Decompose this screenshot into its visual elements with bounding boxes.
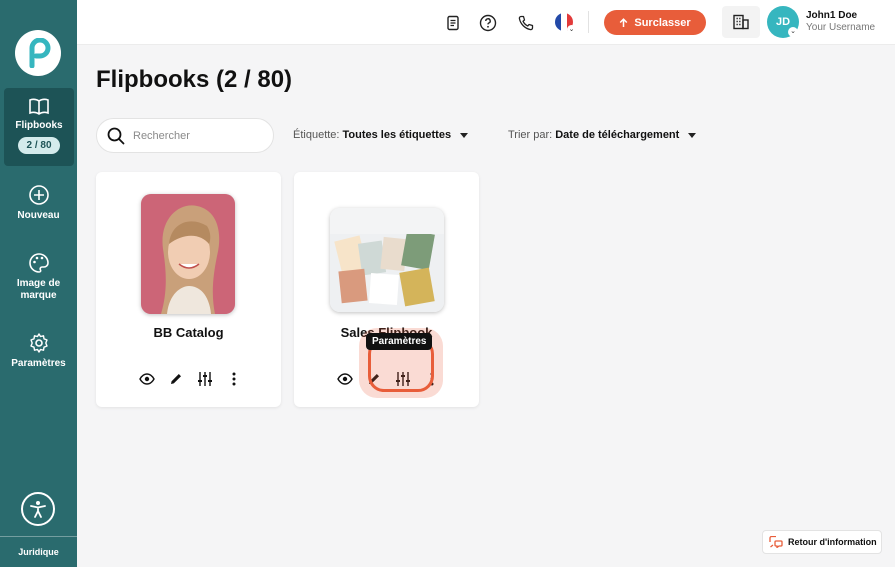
palette-icon <box>28 253 49 273</box>
logo-icon <box>29 38 51 68</box>
search-icon <box>107 127 125 144</box>
flipbook-thumbnail[interactable] <box>330 208 444 312</box>
chevron-down-icon: ⌄ <box>567 25 576 34</box>
sidebar-item-flipbooks[interactable]: Flipbooks 2 / 80 <box>4 88 74 166</box>
sidebar-divider <box>0 536 77 537</box>
search-box[interactable] <box>96 118 274 153</box>
accessibility-icon <box>30 501 46 518</box>
sidebar-item-label: Paramètres <box>11 358 66 369</box>
flipbook-thumbnail[interactable] <box>141 194 235 314</box>
preview-eye-icon[interactable] <box>337 371 353 387</box>
sidebar-item-image-de-marque[interactable]: Image de marque <box>0 252 77 302</box>
sidebar-item-nouveau[interactable]: Nouveau <box>0 184 77 222</box>
sidebar-item-parametres[interactable]: Paramètres <box>0 332 77 370</box>
sort-filter-label: Trier par: <box>508 129 553 141</box>
tag-filter-value: Toutes les étiquettes <box>342 129 452 141</box>
sort-filter-dropdown[interactable]: Trier par: Date de téléchargement <box>508 129 697 141</box>
caret-down-icon <box>460 132 469 138</box>
tag-filter-label: Étiquette: <box>293 129 340 141</box>
plus-circle-icon <box>28 185 49 205</box>
app-logo[interactable] <box>15 30 61 76</box>
feedback-icon <box>769 536 783 548</box>
sidebar-item-label: Nouveau <box>17 210 60 221</box>
settings-sliders-icon[interactable] <box>197 371 213 387</box>
accessibility-button[interactable] <box>21 492 55 526</box>
organization-button[interactable] <box>722 6 760 38</box>
preview-eye-icon[interactable] <box>139 371 155 387</box>
feedback-button[interactable]: Retour d'information <box>762 530 882 554</box>
upgrade-button[interactable]: Surclasser <box>604 10 706 35</box>
juridique-link[interactable]: Juridique <box>0 547 77 557</box>
upgrade-label: Surclasser <box>634 16 691 29</box>
sidebar: Flipbooks 2 / 80 Nouveau Image de marque… <box>0 0 77 567</box>
gear-icon <box>29 333 48 353</box>
document-icon[interactable] <box>443 13 463 33</box>
sort-filter-value: Date de téléchargement <box>555 129 680 141</box>
phone-icon[interactable] <box>516 13 536 33</box>
more-options-icon[interactable] <box>226 371 242 387</box>
flipbook-title[interactable]: BB Catalog <box>96 325 281 340</box>
user-username: Your Username <box>806 22 876 33</box>
flipbook-card[interactable]: BB Catalog <box>96 172 281 407</box>
search-input[interactable] <box>133 129 263 142</box>
feedback-label: Retour d'information <box>788 537 877 547</box>
top-header: ⌄ Surclasser JD ⌄ John1 Doe Your Usernam… <box>77 0 895 45</box>
settings-tooltip: Paramètres <box>366 333 433 350</box>
arrow-up-icon <box>620 17 628 27</box>
card-actions <box>139 371 242 387</box>
flipbook-count-badge: 2 / 80 <box>18 137 60 154</box>
caret-down-icon <box>688 132 697 138</box>
page-title: Flipbooks (2 / 80) <box>96 66 293 93</box>
user-name: John1 Doe <box>806 10 858 21</box>
book-open-icon <box>29 98 49 115</box>
sidebar-item-label: Flipbooks <box>15 120 63 131</box>
header-divider <box>588 11 589 33</box>
edit-pencil-icon[interactable] <box>168 371 184 387</box>
tag-filter-dropdown[interactable]: Étiquette: Toutes les étiquettes <box>293 129 469 141</box>
building-icon <box>733 14 749 30</box>
chevron-down-icon: ⌄ <box>788 27 798 37</box>
help-icon[interactable] <box>478 13 498 33</box>
sidebar-item-label: Image de marque <box>16 278 61 301</box>
